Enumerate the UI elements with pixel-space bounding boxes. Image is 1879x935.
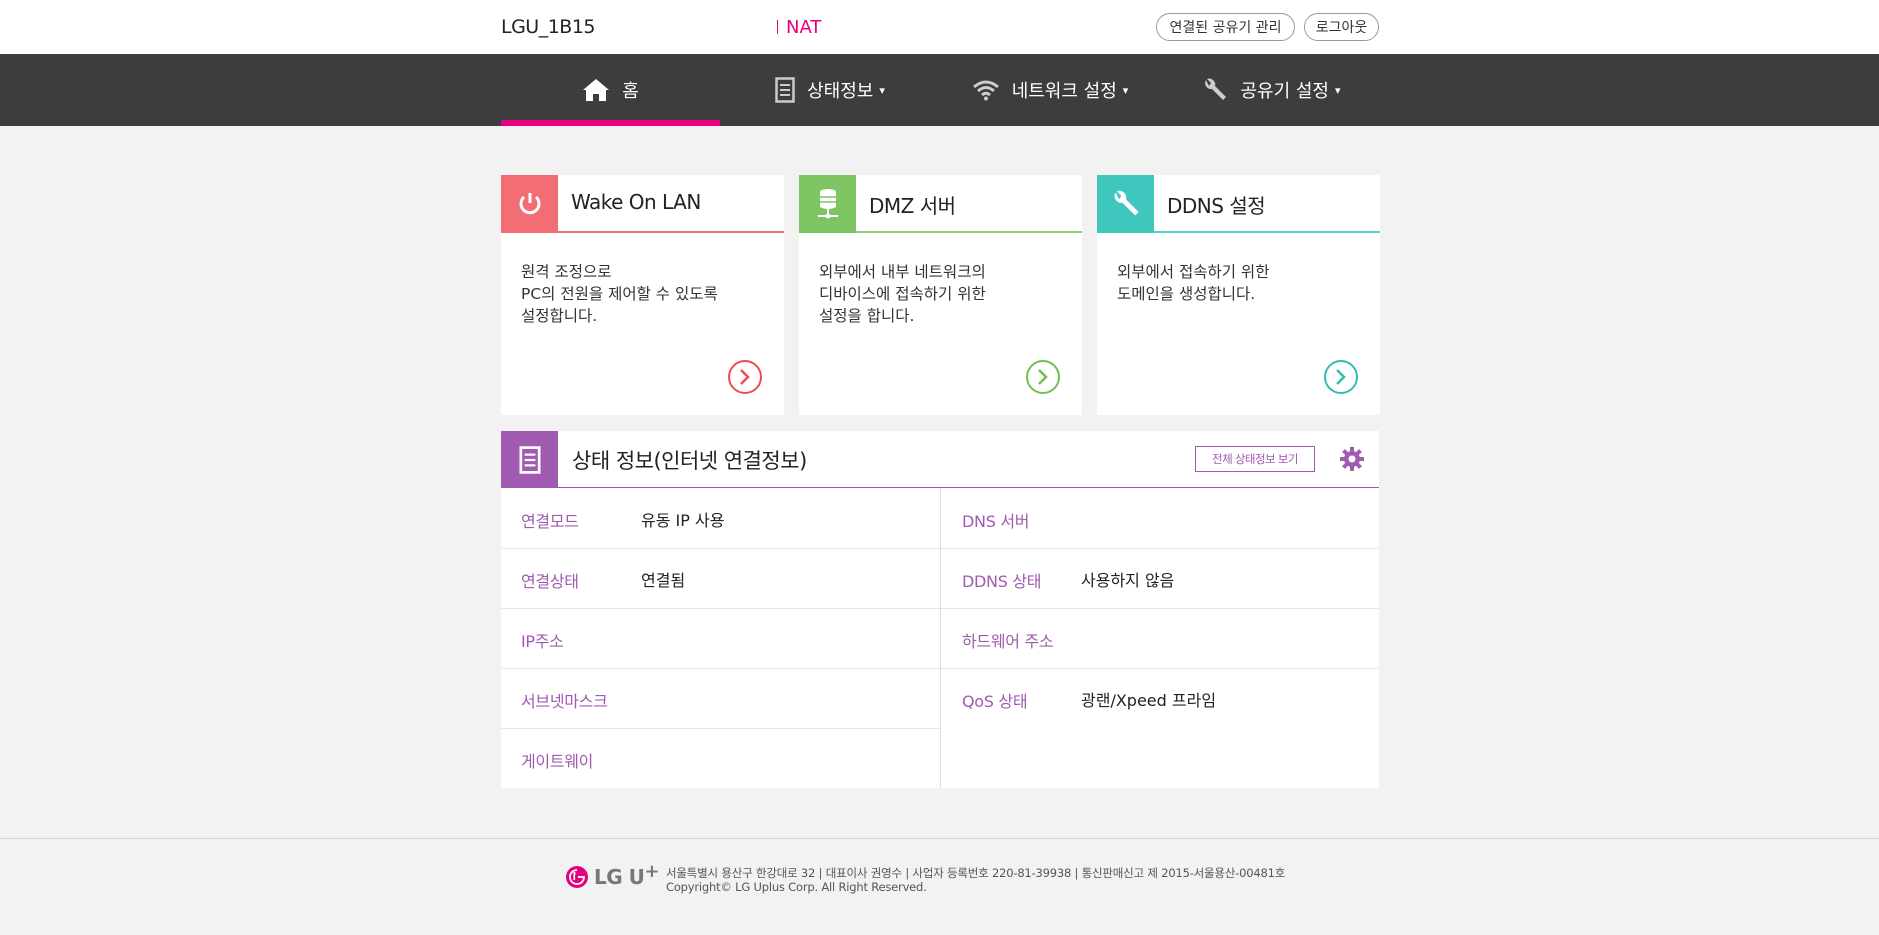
server-icon <box>799 175 856 233</box>
panel-header: 상태 정보(인터넷 연결정보) 전체 상태정보 보기 <box>501 431 1379 488</box>
mode-separator <box>777 20 778 34</box>
status-label: 연결상태 <box>521 572 579 591</box>
wifi-icon <box>972 80 999 101</box>
nav-status-label: 상태정보 <box>807 81 874 102</box>
footer-address: 서울특별시 용산구 한강대로 32 | 대표이사 권영수 | 사업자 등록번호 … <box>666 866 1286 880</box>
status-row: 서브넷마스크 <box>501 669 940 729</box>
wrench-icon <box>1205 78 1227 100</box>
go-arrow-button[interactable] <box>1026 360 1060 394</box>
card-desc-line: 외부에서 내부 네트워크의 <box>819 263 986 281</box>
card-desc-line: 도메인을 생성합니다. <box>1117 285 1256 303</box>
card-desc-line: 설정합니다. <box>521 307 598 325</box>
status-label: 하드웨어 주소 <box>962 632 1054 651</box>
status-row: QoS 상태 광랜/Xpeed 프라임 <box>941 669 1379 729</box>
nav-router-settings[interactable]: 공유기 설정 ▾ <box>1193 54 1350 126</box>
status-row: 연결상태 연결됨 <box>501 549 940 609</box>
status-value: 광랜/Xpeed 프라임 <box>1081 691 1217 710</box>
card-desc-line: 설정을 합니다. <box>819 307 915 325</box>
card-desc-line: 원격 조정으로 <box>521 263 612 281</box>
chevron-right-icon <box>1336 369 1346 385</box>
home-icon <box>583 79 610 101</box>
router-model: LGU_1B15 <box>501 16 596 38</box>
nav-router-label: 공유기 설정 <box>1240 81 1329 102</box>
logo-plus: + <box>644 860 660 882</box>
footer-info: 서울특별시 용산구 한강대로 32 | 대표이사 권영수 | 사업자 등록번호 … <box>666 866 1285 894</box>
card-wake-on-lan[interactable]: Wake On LAN 원격 조정으로 PC의 전원을 제어할 수 있도록 설정… <box>501 175 784 415</box>
logout-button[interactable]: 로그아웃 <box>1304 13 1379 41</box>
top-bar: LGU_1B15 NAT 연결된 공유기 관리 로그아웃 <box>0 0 1879 54</box>
chevron-down-icon: ▾ <box>879 83 885 97</box>
chevron-down-icon: ▾ <box>1335 83 1341 97</box>
status-label: 연결모드 <box>521 512 579 531</box>
status-row: 하드웨어 주소 <box>941 609 1379 669</box>
go-arrow-button[interactable] <box>1324 360 1358 394</box>
status-row: 게이트웨이 <box>501 729 940 789</box>
view-all-status-button[interactable]: 전체 상태정보 보기 <box>1195 446 1315 472</box>
card-description: 외부에서 내부 네트워크의 디바이스에 접속하기 위한 설정을 합니다. <box>819 261 1069 327</box>
status-left-column: 연결모드 유동 IP 사용 연결상태 연결됨 IP주소 서브넷마스크 게이트웨이 <box>501 489 940 789</box>
go-arrow-button[interactable] <box>728 360 762 394</box>
card-ddns-settings[interactable]: DDNS 설정 외부에서 접속하기 위한 도메인을 생성합니다. <box>1097 175 1380 415</box>
card-dmz-server[interactable]: DMZ 서버 외부에서 내부 네트워크의 디바이스에 접속하기 위한 설정을 합… <box>799 175 1082 415</box>
status-label: DDNS 상태 <box>962 572 1042 591</box>
status-row: DDNS 상태 사용하지 않음 <box>941 549 1379 609</box>
card-title: DDNS 설정 <box>1167 194 1266 218</box>
card-description: 원격 조정으로 PC의 전원을 제어할 수 있도록 설정합니다. <box>521 261 771 327</box>
card-header: DDNS 설정 <box>1097 175 1380 233</box>
card-desc-line: PC의 전원을 제어할 수 있도록 <box>521 285 718 303</box>
nav-network-label: 네트워크 설정 <box>1011 81 1117 102</box>
lg-logo-icon <box>566 866 588 888</box>
wrench-icon <box>1097 175 1154 233</box>
status-right-column: DNS 서버 DDNS 상태 사용하지 않음 하드웨어 주소 QoS 상태 광랜… <box>941 489 1379 729</box>
panel-title: 상태 정보(인터넷 연결정보) <box>572 449 807 473</box>
gear-icon[interactable] <box>1339 446 1365 476</box>
card-title: DMZ 서버 <box>869 194 956 218</box>
chevron-right-icon <box>1038 369 1048 385</box>
status-value: 유동 IP 사용 <box>641 511 725 530</box>
card-description: 외부에서 접속하기 위한 도메인을 생성합니다. <box>1117 261 1367 305</box>
chevron-right-icon <box>740 369 750 385</box>
manage-routers-button[interactable]: 연결된 공유기 관리 <box>1156 13 1295 41</box>
router-mode: NAT <box>786 17 822 38</box>
status-row: DNS 서버 <box>941 489 1379 549</box>
card-desc-line: 디바이스에 접속하기 위한 <box>819 285 986 303</box>
power-icon <box>501 175 558 233</box>
card-desc-line: 외부에서 접속하기 위한 <box>1117 263 1270 281</box>
card-title: Wake On LAN <box>571 190 701 214</box>
status-label: IP주소 <box>521 632 564 651</box>
card-header: DMZ 서버 <box>799 175 1082 233</box>
card-header: Wake On LAN <box>501 175 784 233</box>
status-value: 연결됨 <box>641 571 686 590</box>
footer: LG U + 서울특별시 용산구 한강대로 32 | 대표이사 권영수 | 사업… <box>0 839 1879 935</box>
status-info-panel: 상태 정보(인터넷 연결정보) 전체 상태정보 보기 연결모드 유동 IP 사용… <box>501 431 1379 788</box>
main-nav: 홈 상태정보 ▾ 네트워크 설정 ▾ 공유기 설정 ▾ <box>0 54 1879 126</box>
status-label: 게이트웨이 <box>521 752 594 771</box>
status-value: 사용하지 않음 <box>1081 571 1175 590</box>
chevron-down-icon: ▾ <box>1122 83 1129 97</box>
nav-home-label: 홈 <box>622 81 639 102</box>
status-label: QoS 상태 <box>962 692 1028 711</box>
status-label: 서브넷마스크 <box>521 692 608 711</box>
status-row: 연결모드 유동 IP 사용 <box>501 489 940 549</box>
lg-uplus-logo: LG U + <box>565 861 659 889</box>
footer-copyright: Copyright© LG Uplus Corp. All Right Rese… <box>666 880 927 894</box>
nav-status-info[interactable]: 상태정보 ▾ <box>760 54 900 126</box>
status-label: DNS 서버 <box>962 512 1030 531</box>
logo-text: LG U <box>594 865 645 889</box>
nav-network-settings[interactable]: 네트워크 설정 ▾ <box>962 54 1138 126</box>
document-icon <box>501 431 558 488</box>
status-row: IP주소 <box>501 609 940 669</box>
nav-home[interactable]: 홈 <box>501 54 720 126</box>
document-icon <box>775 77 795 103</box>
